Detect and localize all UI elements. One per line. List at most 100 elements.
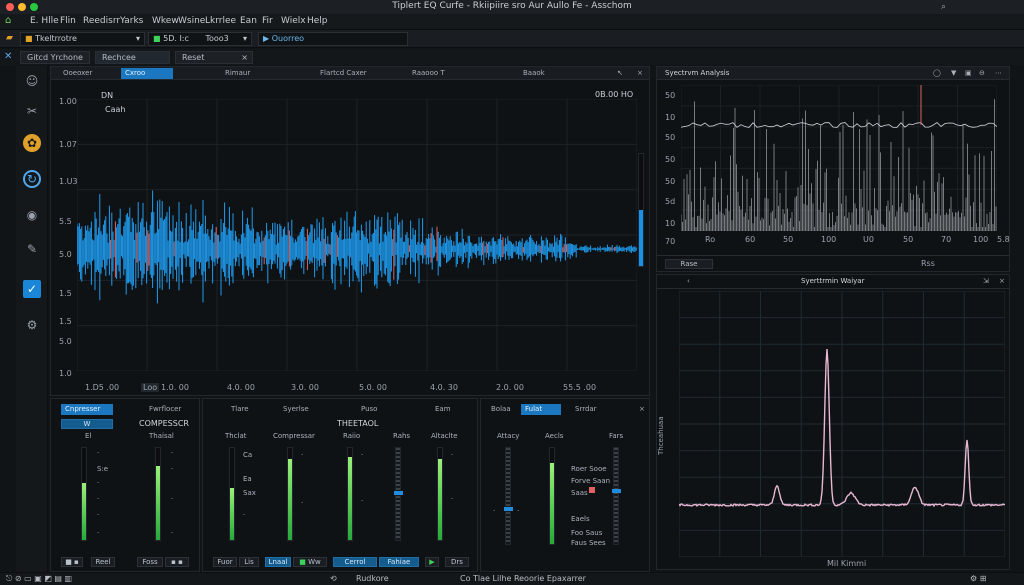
play-icon: ▶ [263, 34, 272, 43]
menu-item[interactable]: Flin [60, 16, 76, 26]
tab-compressor[interactable]: Cnpresser [61, 404, 113, 415]
analyzer-grid [679, 291, 1005, 557]
resize-icon[interactable]: ↖ [613, 68, 627, 79]
tab-right-2[interactable]: Srrdar [571, 404, 601, 415]
play-icon: ■ [153, 34, 164, 43]
close-icon[interactable]: ✕ [4, 51, 12, 62]
footer-button[interactable]: Rase [665, 259, 713, 269]
power-icon[interactable]: ◯ [929, 68, 945, 79]
search-icon[interactable]: ⌕ [941, 2, 946, 12]
close-icon[interactable]: × [995, 276, 1009, 287]
rate-slider-knob[interactable] [394, 491, 403, 495]
target-icon[interactable]: ◉ [23, 206, 41, 224]
tab-mid-3[interactable]: Eam [431, 404, 455, 415]
reel-button[interactable]: Reel [91, 557, 115, 567]
effects-icon[interactable]: ✿ [23, 134, 41, 152]
tab-rechcee[interactable]: Rechcee [95, 51, 170, 64]
save-icon[interactable]: ▣ [961, 68, 976, 79]
process-button[interactable]: ▶ Ouorreo [258, 32, 408, 46]
level-scrollbar[interactable] [638, 153, 644, 267]
settings-icon[interactable]: ⚙ [23, 316, 41, 334]
tab-waveform-2[interactable]: Rimaur [221, 68, 254, 79]
menu-item[interactable]: Fir [262, 16, 273, 26]
tab-main[interactable]: Gitcd Yrchone [20, 51, 90, 64]
tab-waveform-3[interactable]: Flartcd Caxer [316, 68, 371, 79]
input-meter-fill [82, 482, 86, 540]
meter-tick: · [171, 495, 174, 503]
mid-button-5[interactable]: Fahiae [379, 557, 419, 567]
menu-item[interactable]: Reedisrr [83, 16, 120, 26]
clock-icon[interactable]: ↻ [23, 170, 41, 188]
y-tick: 1.5 [59, 289, 72, 298]
spectrum-analyzer-display[interactable] [679, 291, 1005, 557]
tab-mid-0[interactable]: Tlare [227, 404, 253, 415]
filter-icon[interactable]: ▼ [947, 68, 960, 79]
menu-item[interactable]: Ean [240, 16, 257, 26]
record-icon: ■ [299, 558, 309, 566]
mid-button-2[interactable]: Lnaal [265, 557, 291, 567]
analyzer-header: ‹ Syerttrmin Waiyar ⇲ × [657, 275, 1009, 289]
tab-waveform-5[interactable]: Baaok [519, 68, 549, 79]
tab-mid-2[interactable]: Puso [357, 404, 381, 415]
menu-item[interactable]: Lkrrlee [205, 16, 236, 26]
menu-item[interactable]: Wkew [152, 16, 179, 26]
slider-tick: Sax [243, 489, 256, 497]
check-icon[interactable]: ✓ [23, 280, 41, 298]
mode-badge[interactable]: W [61, 419, 113, 429]
ratio-meter [347, 447, 353, 541]
tab-waveform-4[interactable]: Raaooo T [408, 68, 449, 79]
tab-right-0[interactable]: Bolaa [487, 404, 515, 415]
mid-button-6[interactable]: Drs [445, 557, 469, 567]
close-icon[interactable]: × [635, 404, 649, 415]
user-icon[interactable]: ☺ [23, 72, 41, 90]
chevron-down-icon: ▾ [135, 34, 140, 43]
lock-icon[interactable]: ⊖ [975, 68, 989, 79]
menu-item[interactable]: Wielx [281, 16, 306, 26]
rate-select[interactable]: ■ 5D. I:c Tooo3 ▾ [148, 32, 252, 46]
waveform-display[interactable] [77, 99, 637, 371]
tab-right-1[interactable]: Fulat [521, 404, 561, 415]
foss-button[interactable]: Foss [137, 557, 163, 567]
attack-slider[interactable] [505, 447, 511, 545]
status-icons[interactable]: ⎋ ⊘ ▭ ▣ ◩ ▤ ▥ [6, 574, 72, 584]
stop-button[interactable]: ■ ▪ [61, 557, 83, 567]
y-tick: 50 [665, 155, 676, 164]
spectrum-title: Syectrvm Analysis [665, 69, 730, 77]
preset-select[interactable]: ■ Tkeltrrotre ▾ [20, 32, 145, 46]
settings-icon[interactable]: ⚙ ⊞ [970, 574, 986, 583]
tab-reset[interactable]: Reset × [175, 51, 253, 64]
menu-item[interactable]: Help [307, 16, 328, 26]
mid-button-1[interactable]: Lis [239, 557, 259, 567]
mid-button-0[interactable]: Fuor [213, 557, 237, 567]
close-icon[interactable]: × [633, 68, 647, 79]
tab-follower[interactable]: Fwrflocer [145, 404, 185, 415]
scissors-icon[interactable]: ✂ [23, 102, 41, 120]
folder-icon[interactable]: ▰ [6, 33, 13, 43]
menu-item[interactable]: E. Hlle [30, 16, 59, 26]
attack-slider-knob[interactable] [504, 507, 513, 511]
menu-item[interactable]: Yarks [120, 16, 143, 26]
more-icon[interactable]: ⋯ [991, 68, 1006, 79]
tab-mid-1[interactable]: Syerlse [279, 404, 313, 415]
spectrum-analysis-display[interactable] [681, 85, 997, 231]
mid-button-4[interactable]: Cerrol [333, 557, 377, 567]
menu-item[interactable]: Wsine [178, 16, 205, 26]
gain-slider[interactable] [613, 447, 619, 545]
resize-icon[interactable]: ⇲ [979, 276, 993, 287]
back-icon[interactable]: ‹ [683, 276, 694, 287]
play-button[interactable]: ▶ [425, 557, 439, 567]
x-tick: 4.0. 30 [430, 383, 458, 392]
release-note: Saas [571, 489, 588, 497]
undo-icon[interactable]: ⟲ [330, 574, 337, 583]
tab-waveform-0[interactable]: Ooeoxer [59, 68, 96, 79]
gain-slider-knob[interactable] [612, 489, 621, 493]
threshold-slider[interactable] [229, 447, 235, 541]
close-icon[interactable]: × [241, 53, 248, 62]
level-scrollbar-thumb[interactable] [639, 210, 643, 266]
mid-button-3[interactable]: ■ Ww [293, 557, 327, 567]
more-button[interactable]: ▪ ▪ [165, 557, 189, 567]
meter-tick: · [97, 449, 100, 457]
brush-icon[interactable]: ✎ [23, 240, 41, 258]
tab-waveform-1[interactable]: Cxroo [121, 68, 173, 79]
param-label: Altaclte [431, 432, 458, 440]
